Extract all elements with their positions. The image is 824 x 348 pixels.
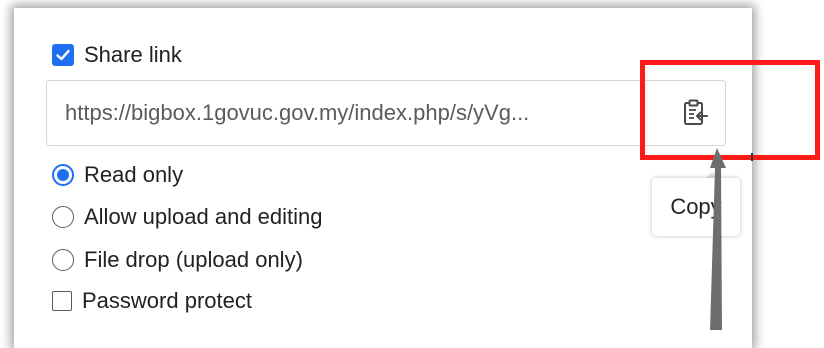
option-allow-upload-editing[interactable]: Allow upload and editing [52, 202, 323, 232]
read-only-label: Read only [84, 162, 184, 187]
pointer-arrow-icon [710, 148, 726, 330]
password-protect-row[interactable]: Password protect [52, 286, 252, 316]
read-only-radio[interactable] [52, 164, 74, 186]
share-link-checkbox[interactable] [52, 44, 74, 66]
allow-upload-editing-label: Allow upload and editing [84, 204, 323, 229]
share-link-label: Share link [84, 42, 182, 67]
share-link-row[interactable]: Share link [52, 42, 182, 68]
file-drop-radio[interactable] [52, 249, 74, 271]
allow-upload-editing-radio[interactable] [52, 206, 74, 228]
file-drop-label: File drop (upload only) [84, 247, 303, 272]
password-protect-checkbox[interactable] [52, 291, 72, 311]
option-read-only[interactable]: Read only [52, 160, 183, 190]
text-cursor-mark [751, 153, 753, 161]
password-protect-label: Password protect [82, 288, 252, 313]
option-file-drop[interactable]: File drop (upload only) [52, 245, 303, 275]
checkmark-icon [56, 49, 70, 61]
share-url-input[interactable] [47, 81, 667, 145]
share-url-field [46, 80, 726, 146]
